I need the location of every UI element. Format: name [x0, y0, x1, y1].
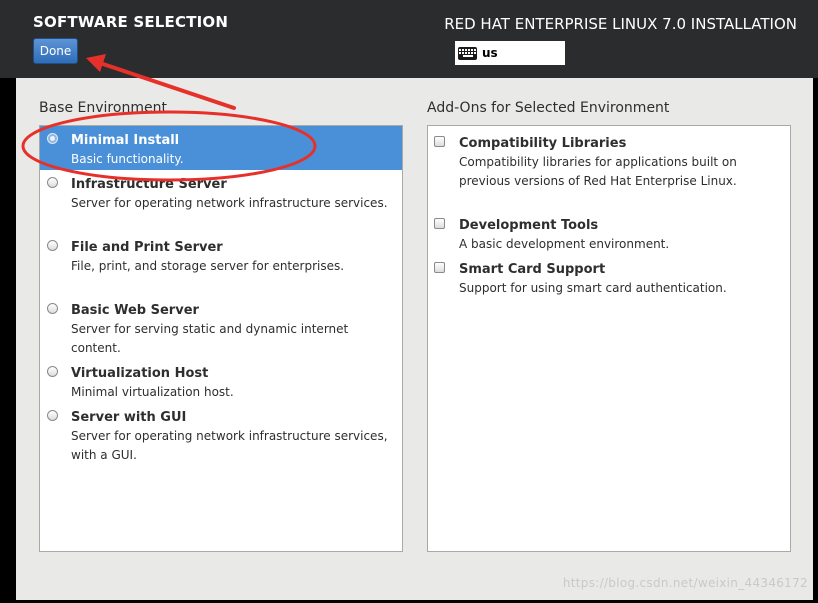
- checkbox[interactable]: [434, 262, 445, 273]
- addons-list: Compatibility Libraries Compatibility li…: [427, 125, 791, 552]
- done-button[interactable]: Done: [33, 38, 78, 64]
- env-item-server-with-gui[interactable]: Server with GUI Server for operating net…: [40, 403, 402, 466]
- addon-item-title: Development Tools: [459, 218, 599, 233]
- env-item-description: Server for serving static and dynamic in…: [71, 322, 349, 355]
- radio-button[interactable]: [47, 240, 58, 251]
- checkbox[interactable]: [434, 218, 445, 229]
- addon-item-compatibility-libraries[interactable]: Compatibility Libraries Compatibility li…: [428, 126, 788, 208]
- addon-item-title: Smart Card Support: [459, 262, 606, 277]
- product-title: RED HAT ENTERPRISE LINUX 7.0 INSTALLATIO…: [444, 15, 797, 33]
- addon-item-description: Compatibility libraries for applications…: [459, 155, 737, 188]
- env-item-description: File, print, and storage server for ente…: [71, 259, 345, 273]
- env-item-infrastructure-server[interactable]: Infrastructure Server Server for operati…: [40, 170, 402, 233]
- addon-item-description: Support for using smart card authenticat…: [459, 281, 727, 295]
- env-item-description: Minimal virtualization host.: [71, 385, 234, 399]
- radio-button[interactable]: [47, 177, 58, 188]
- addon-item-development-tools[interactable]: Development Tools A basic development en…: [428, 208, 788, 252]
- env-item-virtualization-host[interactable]: Virtualization Host Minimal virtualizati…: [40, 359, 402, 403]
- env-item-title: Virtualization Host: [71, 366, 209, 381]
- env-item-description: Server for operating network infrastruct…: [71, 196, 388, 210]
- env-item-title: File and Print Server: [71, 240, 223, 255]
- radio-button[interactable]: [47, 133, 58, 144]
- addon-item-smart-card-support[interactable]: Smart Card Support Support for using sma…: [428, 252, 788, 296]
- env-item-description: Server for operating network infrastruct…: [71, 429, 388, 462]
- addons-label: Add-Ons for Selected Environment: [427, 100, 670, 116]
- env-item-minimal-install[interactable]: Minimal Install Basic functionality.: [40, 126, 402, 170]
- env-item-basic-web-server[interactable]: Basic Web Server Server for serving stat…: [40, 296, 402, 359]
- radio-button[interactable]: [47, 366, 58, 377]
- header-bar: SOFTWARE SELECTION Done RED HAT ENTERPRI…: [0, 0, 818, 78]
- keyboard-layout-indicator[interactable]: us: [455, 41, 565, 65]
- env-item-description: Basic functionality.: [71, 152, 184, 166]
- keyboard-icon: [458, 46, 477, 60]
- watermark: https://blog.csdn.net/weixin_44346172: [562, 576, 808, 590]
- env-item-title: Infrastructure Server: [71, 177, 227, 192]
- env-item-title: Minimal Install: [71, 133, 180, 148]
- base-environment-label: Base Environment: [39, 100, 167, 116]
- keyboard-layout-label: us: [482, 46, 498, 60]
- env-item-title: Basic Web Server: [71, 303, 199, 318]
- env-item-title: Server with GUI: [71, 410, 187, 425]
- page-title: SOFTWARE SELECTION: [33, 13, 229, 31]
- radio-button[interactable]: [47, 303, 58, 314]
- content-area: Base Environment Minimal Install Basic f…: [16, 78, 813, 600]
- env-item-file-and-print-server[interactable]: File and Print Server File, print, and s…: [40, 233, 402, 296]
- addon-item-title: Compatibility Libraries: [459, 136, 627, 151]
- checkbox[interactable]: [434, 136, 445, 147]
- base-environment-list: Minimal Install Basic functionality. Inf…: [39, 125, 403, 552]
- radio-button[interactable]: [47, 410, 58, 421]
